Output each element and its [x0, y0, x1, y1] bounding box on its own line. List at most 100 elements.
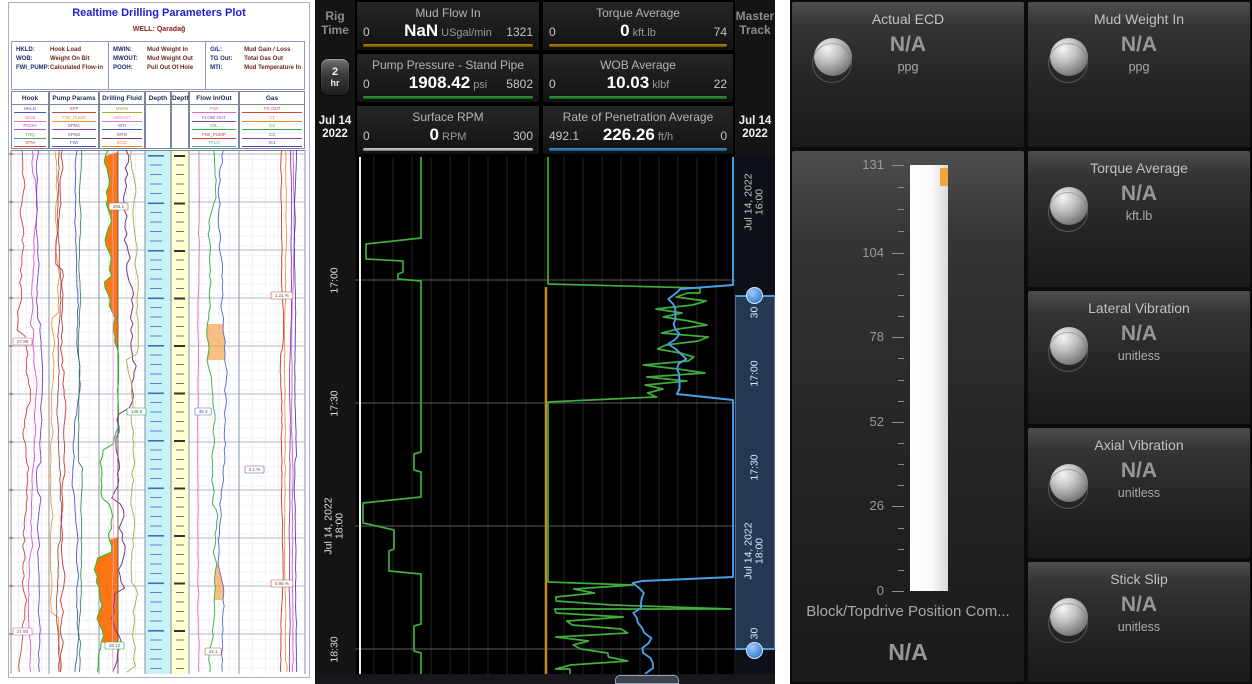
- readout-tile-torque-average[interactable]: Torque AverageN/Akft.lb: [1028, 151, 1250, 287]
- gauge-title: Torque Average: [543, 2, 733, 21]
- legend-text: Calculated Flow-in: [50, 64, 103, 73]
- legend-text: Mud Weight In: [147, 46, 188, 55]
- block-position-gauge-tile[interactable]: 1311047852260Block/Topdrive Position Com…: [792, 151, 1024, 682]
- curve-scale-label: TRQ: [14, 132, 46, 137]
- scroll-thumb[interactable]: [615, 675, 679, 684]
- master-track-date: Jul 14 2022: [735, 115, 775, 141]
- time-tick-label: Jul 14, 202218:00: [315, 486, 355, 566]
- curve-scale-label: SPM2: [52, 132, 96, 137]
- gauge-major-tick: [892, 422, 904, 423]
- track-header: Flow In/Out: [189, 91, 239, 104]
- readout-tile-stick-slip[interactable]: Stick SlipN/Aunitless: [1028, 562, 1250, 682]
- strip-chart-plot[interactable]: [355, 157, 735, 674]
- gauge-scale-bar: [549, 148, 727, 151]
- time-tick-label: 18:30: [315, 609, 355, 684]
- curve-scale-label: SPP: [52, 106, 96, 111]
- svg-text:0.86 %: 0.86 %: [275, 581, 289, 586]
- track-scale-cell: HKLDWOBPOOHTRQSPM: [11, 104, 49, 149]
- selection-handle-bottom[interactable]: [746, 642, 763, 659]
- gauge-value: N/A: [792, 639, 1024, 666]
- tile-title: Mud Weight In: [1028, 2, 1250, 27]
- status-orb-icon: [814, 38, 852, 76]
- track-scale-cell: TG OUTC1C2C3IC4: [239, 104, 305, 149]
- curve-scale-label: SPM1: [52, 123, 96, 128]
- status-orb-icon: [1050, 464, 1088, 502]
- legend-key: WOB:: [16, 55, 50, 64]
- gauge-minor-tick: [898, 274, 904, 275]
- curve-scale-label: TFLO: [192, 140, 236, 145]
- readout-tile-mud-weight-in[interactable]: Mud Weight InN/Appg: [1028, 2, 1250, 147]
- gauge-major-tick: [892, 253, 904, 254]
- track-header: Depth: [171, 91, 189, 104]
- gauge-minor-tick: [898, 528, 904, 529]
- gauge-reading: 226.26ft/h: [543, 125, 733, 145]
- curve-scale-label: FWI: [52, 140, 96, 145]
- gauge-marker: [940, 168, 948, 186]
- track-header: Drilling Fluid: [99, 91, 145, 104]
- realtime-plot-panel: Realtime Drilling Parameters Plot WELL: …: [8, 2, 310, 678]
- gauge-surface-rpm[interactable]: Surface RPM00RPM300: [357, 106, 539, 154]
- master-track-timeline[interactable]: Jul 14, 202216:003017:0017:30Jul 14, 202…: [735, 157, 775, 674]
- gauge-scale-bar: [363, 148, 533, 151]
- gauge-title: Rate of Penetration Average: [543, 106, 733, 125]
- curve-scale-label: MTO: [102, 132, 142, 137]
- time-window-selection[interactable]: [735, 295, 775, 650]
- page-title: Realtime Drilling Parameters Plot: [9, 7, 309, 19]
- track-scale-rows: HKLDWOBPOOHTRQSPMSPP FWI_PUMP SPM1 SPM2 FWI F…: [9, 104, 309, 150]
- curve-scale-label: IC4: [242, 140, 302, 145]
- curve-scale-label: G/L: [102, 148, 142, 149]
- legend-key: POOH:: [113, 64, 147, 73]
- curve-scale-row: FWI_PUMP: [52, 113, 96, 121]
- gauge-major-tick: [892, 165, 904, 166]
- gauge-title: Pump Pressure - Stand Pipe: [357, 54, 539, 73]
- curve-scale-row: MTO: [102, 130, 142, 138]
- gauge-max: 22: [714, 77, 727, 91]
- well-label: WELL: Qaradağ: [9, 26, 309, 33]
- legend-key: MWIN:: [113, 46, 147, 55]
- gauge-pump-pressure-stand-pipe[interactable]: Pump Pressure - Stand Pipe01908.42psi580…: [357, 54, 539, 102]
- legend-text: Mud Temperature In: [244, 64, 301, 73]
- readout-tile-axial-vibration[interactable]: Axial VibrationN/Aunitless: [1028, 428, 1250, 558]
- curve-scale-row: C1: [242, 113, 302, 121]
- selection-handle-top[interactable]: [746, 287, 763, 304]
- legend-column: MWIN:Mud Weight InMWOUT:Mud Weight OutPO…: [109, 42, 206, 89]
- time-axis-date: Jul 14 2022: [315, 115, 355, 141]
- interval-button[interactable]: 2 hr: [320, 58, 350, 96]
- gauge-unit: RPM: [442, 131, 466, 143]
- track-header: Depth: [145, 91, 171, 104]
- gauge-mud-flow-in[interactable]: Mud Flow In0NaNUSgal/min1321: [357, 2, 539, 50]
- readout-tile-lateral-vibration[interactable]: Lateral VibrationN/Aunitless: [1028, 291, 1250, 424]
- gauge-torque-average[interactable]: Torque Average00kft.lb74: [543, 2, 733, 50]
- gauge-major-tick: [892, 337, 904, 338]
- gauge-wob-average[interactable]: WOB Average010.03klbf22: [543, 54, 733, 102]
- curve-scale-label: MWIN: [102, 106, 142, 111]
- readout-tile-actual-ecd[interactable]: Actual ECDN/Appg: [792, 2, 1024, 147]
- legend-item: TG Out:Total Gas Out: [210, 55, 301, 64]
- drilling-monitor-app: Realtime Drilling Parameters Plot WELL: …: [0, 0, 1252, 684]
- legend-item: MTI:Mud Temperature In: [210, 64, 301, 73]
- curve-scale-row: MTI: [102, 122, 142, 130]
- gauge-tick-label: 0: [832, 583, 884, 598]
- gauge-minor-tick: [898, 443, 904, 444]
- curve-scale-label: FLOW: [52, 148, 96, 149]
- strip-chart-svg: [355, 157, 735, 674]
- time-tick-label: 17:30: [315, 363, 355, 443]
- gauge-label: Block/Topdrive Position Com...: [792, 603, 1024, 620]
- rig-time-label: Rig Time: [315, 9, 355, 37]
- gauge-max: 74: [714, 25, 727, 39]
- curve-scale-row: MWIN: [102, 105, 142, 113]
- gauge-rate-of-penetration-average[interactable]: Rate of Penetration Average492.1226.26ft…: [543, 106, 733, 154]
- curve-scale-label: C2: [242, 123, 302, 128]
- svg-text:139.5: 139.5: [131, 409, 143, 414]
- legend-item: G/L:Mud Gain / Loss: [210, 46, 301, 55]
- gauge-major-tick: [892, 506, 904, 507]
- curve-scale-label: WOB: [14, 115, 46, 120]
- track-scale-cell: MWINMWOUTMTIMTOECDG/L: [99, 104, 145, 149]
- curve-scale-label: TG OUT: [242, 106, 302, 111]
- bottom-scroll-strip: [315, 674, 775, 684]
- curve-scale-label: C1: [242, 115, 302, 120]
- time-axis-rail: Rig Time 2 hr Jul 14 2022 17:00 17:30 Jul …: [315, 0, 355, 684]
- time-tick-label: 17:00: [315, 240, 355, 320]
- legend-text: Hook Load: [50, 46, 81, 55]
- gauge-minor-tick: [898, 209, 904, 210]
